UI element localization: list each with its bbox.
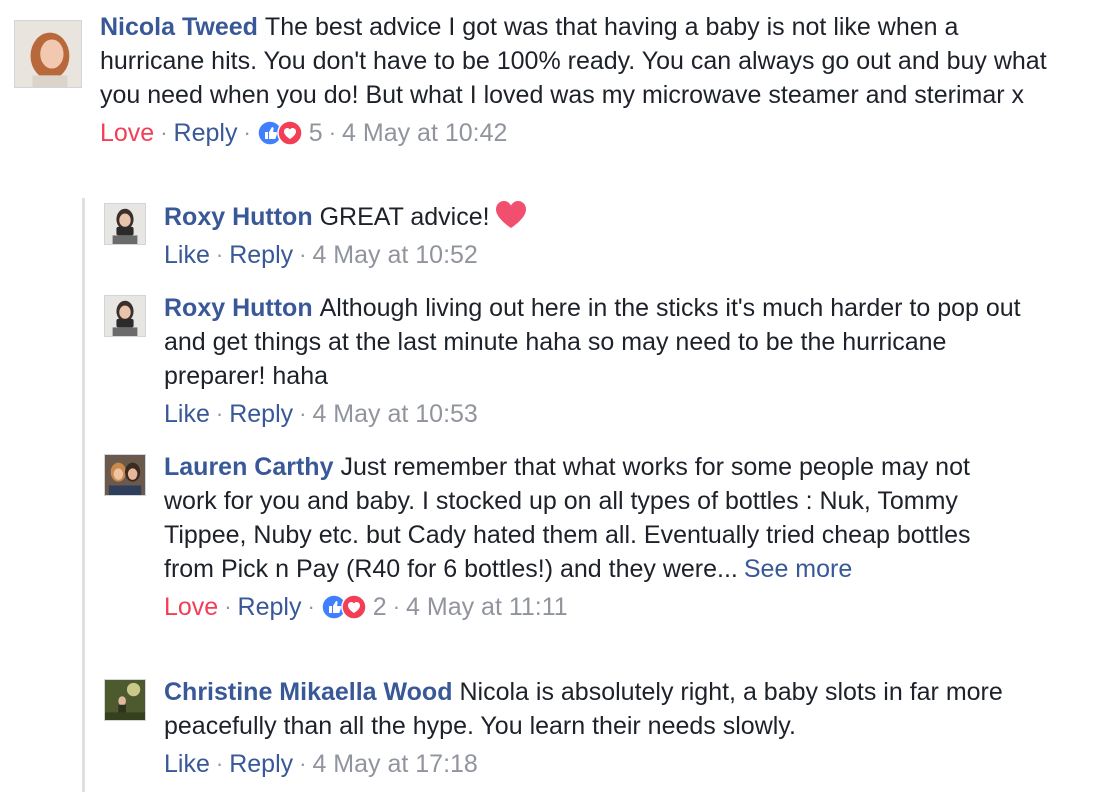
reply-thread-line (82, 198, 85, 792)
reply-button[interactable]: Reply (174, 116, 238, 150)
separator-dot: · (215, 751, 224, 776)
reply-roxy-hutton-2: Roxy Hutton Although living out here in t… (104, 291, 1084, 431)
love-reaction-button[interactable]: Love (164, 590, 218, 624)
like-button[interactable]: Like (164, 238, 210, 272)
reply-button[interactable]: Reply (229, 747, 293, 781)
reaction-count[interactable]: 5 (309, 116, 323, 150)
separator-dot: · (299, 401, 307, 426)
two-women-avatar-icon (105, 455, 145, 495)
reactions-summary[interactable] (257, 120, 303, 146)
separator-dot: · (392, 594, 401, 619)
reply-button[interactable]: Reply (229, 238, 293, 272)
reply-button[interactable]: Reply (229, 397, 293, 431)
like-button[interactable]: Like (164, 747, 210, 781)
comment-author[interactable]: Roxy Hutton (164, 294, 313, 322)
comment-text: Lauren Carthy Just remember that what wor… (164, 450, 1024, 586)
separator-dot: · (328, 120, 337, 145)
separator-dot: · (299, 751, 307, 776)
comment-text: Nicola Tweed The best advice I got was th… (100, 10, 1060, 112)
avatar[interactable] (104, 454, 146, 496)
separator-dot: · (215, 401, 224, 426)
avatar[interactable] (104, 203, 146, 245)
like-button[interactable]: Like (164, 397, 210, 431)
comment-actions: Like · Reply · 4 May at 10:52 (164, 238, 1064, 272)
avatar[interactable] (14, 20, 82, 88)
reactions-summary[interactable] (321, 594, 367, 620)
reply-roxy-hutton-1: Roxy Hutton GREAT advice! Like · Reply · … (104, 199, 1084, 272)
comment-timestamp[interactable]: 4 May at 11:11 (406, 590, 568, 624)
avatar[interactable] (104, 295, 146, 337)
separator-dot: · (160, 120, 168, 145)
comment-author[interactable]: Lauren Carthy (164, 453, 333, 481)
separator-dot: · (224, 594, 232, 619)
outdoor-photo-avatar-icon (105, 680, 145, 720)
comment-text: Roxy Hutton Although living out here in t… (164, 291, 1034, 393)
love-reaction-icon (341, 594, 367, 620)
woman-with-camera-avatar-icon (105, 204, 145, 244)
reply-christine-mikaella-wood: Christine Mikaella Wood Nicola is absolut… (104, 675, 1084, 781)
comment-body: GREAT advice! (319, 203, 490, 231)
heart-emoji-icon (490, 201, 528, 231)
reply-lauren-carthy: Lauren Carthy Just remember that what wor… (104, 450, 1084, 624)
reply-button[interactable]: Reply (238, 590, 302, 624)
woman-with-camera-avatar-icon (105, 296, 145, 336)
comment-text: Christine Mikaella Wood Nicola is absolut… (164, 675, 1024, 743)
love-reaction-icon (277, 120, 303, 146)
comment-nicola-tweed: Nicola Tweed The best advice I got was th… (14, 10, 1084, 150)
comment-author[interactable]: Roxy Hutton (164, 203, 313, 231)
comment-timestamp[interactable]: 4 May at 10:42 (342, 116, 507, 150)
love-reaction-button[interactable]: Love (100, 116, 154, 150)
comment-actions: Like · Reply · 4 May at 10:53 (164, 397, 1034, 431)
comment-timestamp[interactable]: 4 May at 17:18 (312, 747, 477, 781)
avatar[interactable] (104, 679, 146, 721)
separator-dot: · (215, 242, 224, 267)
comment-timestamp[interactable]: 4 May at 10:52 (312, 238, 477, 272)
see-more-link[interactable]: See more (744, 555, 852, 583)
comment-actions: Like · Reply · 4 May at 17:18 (164, 747, 1024, 781)
comment-author[interactable]: Christine Mikaella Wood (164, 678, 452, 706)
reaction-count[interactable]: 2 (373, 590, 387, 624)
comment-actions: Love · Reply · 2 · 4 May at 11:11 (164, 590, 1024, 624)
comment-text: Roxy Hutton GREAT advice! (164, 199, 1064, 234)
comment-author[interactable]: Nicola Tweed (100, 13, 258, 41)
separator-dot: · (307, 594, 315, 619)
comment-actions: Love · Reply · 5 · 4 May at 10:42 (100, 116, 1060, 150)
comment-timestamp[interactable]: 4 May at 10:53 (312, 397, 477, 431)
separator-dot: · (299, 242, 307, 267)
separator-dot: · (243, 120, 251, 145)
woman-smiling-avatar-icon (15, 21, 81, 87)
